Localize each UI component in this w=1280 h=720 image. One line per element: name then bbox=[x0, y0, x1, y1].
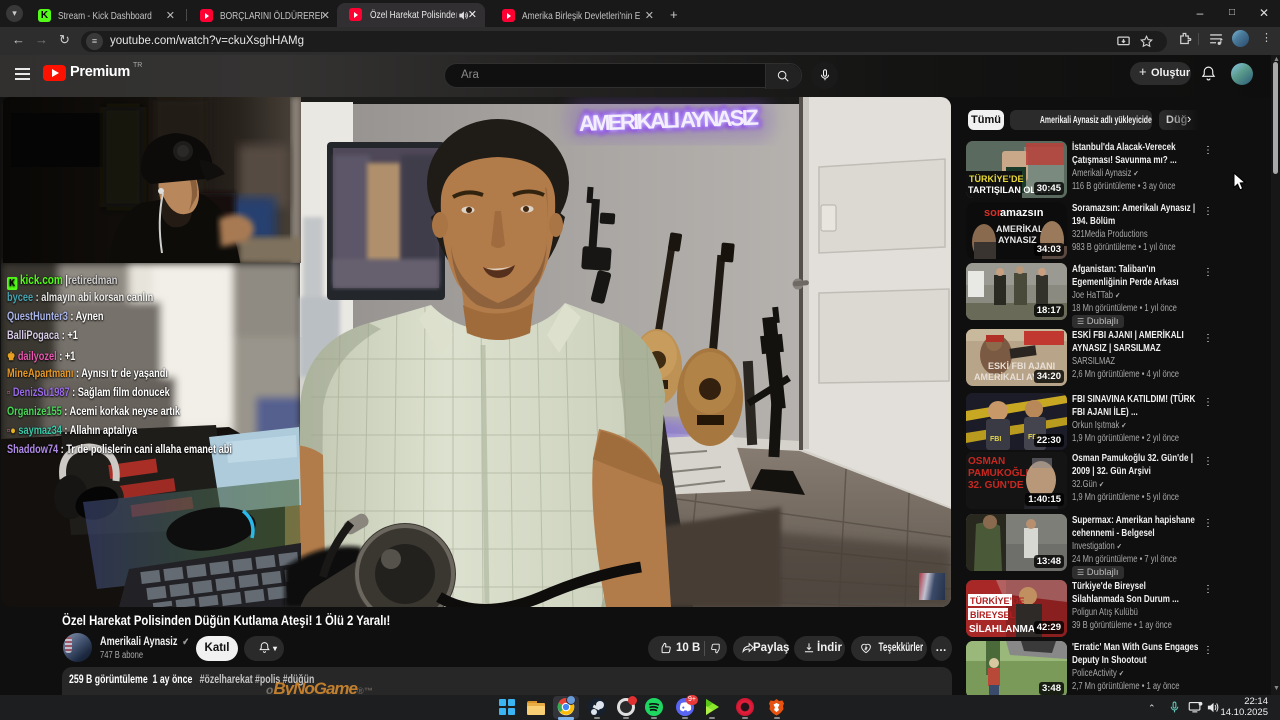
svg-text:AMERİKALI: AMERİKALI bbox=[996, 224, 1046, 234]
svg-text:BİREYSEL: BİREYSEL bbox=[970, 610, 1016, 620]
svg-text:32. GÜN’DE: 32. GÜN’DE bbox=[968, 478, 1024, 491]
svg-text:OSMAN: OSMAN bbox=[968, 456, 1005, 467]
svg-text:SİLAHLANMA: SİLAHLANMA bbox=[969, 622, 1035, 635]
svg-text:amazsın: amazsın bbox=[1000, 207, 1044, 219]
svg-text:AYNASIZ: AYNASIZ bbox=[998, 235, 1037, 245]
svg-text:TÜRKİYE’DE: TÜRKİYE’DE bbox=[969, 174, 1024, 184]
svg-text:FBI: FBI bbox=[990, 436, 1001, 443]
svg-text:PAMUKOĞLU: PAMUKOĞLU bbox=[968, 466, 1033, 479]
svg-text:TÜRKİYE’DE: TÜRKİYE’DE bbox=[970, 596, 1025, 606]
